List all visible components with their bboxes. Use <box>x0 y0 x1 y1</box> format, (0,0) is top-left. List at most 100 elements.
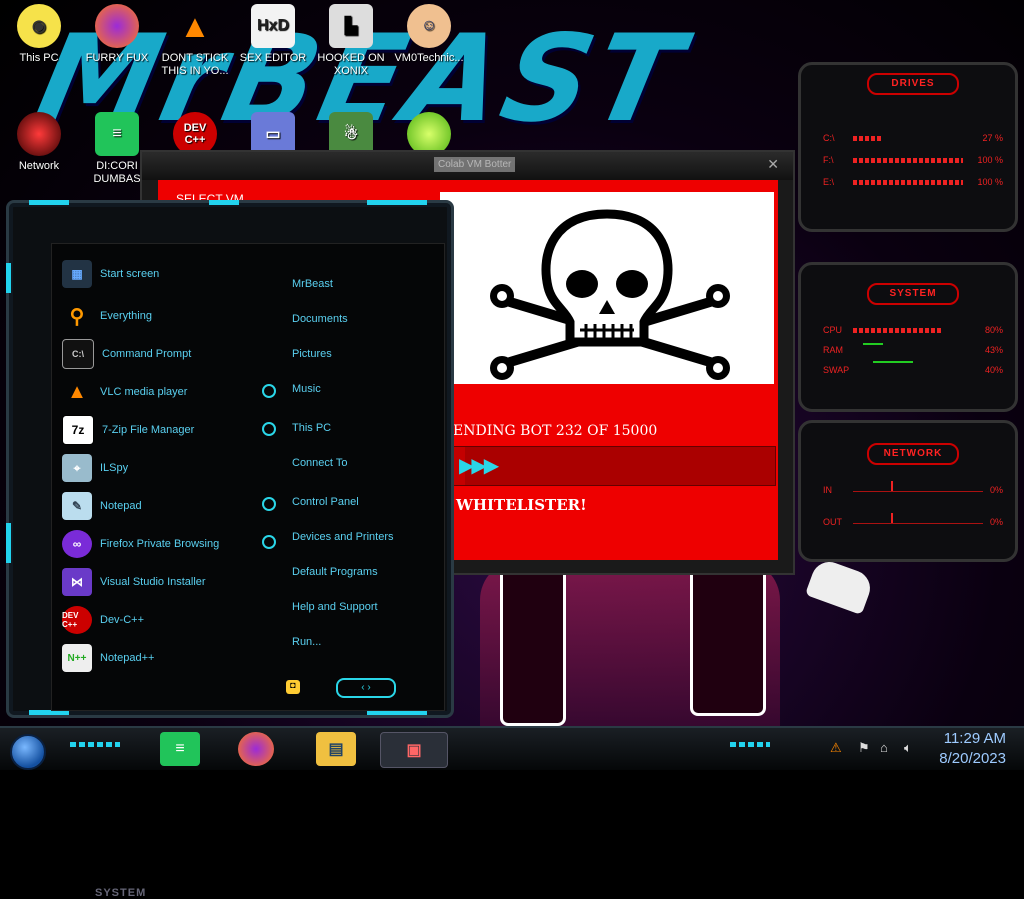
drives-gadget[interactable]: DRIVES C:\ 27 % F:\ 100 % E:\ 100 % <box>798 62 1018 232</box>
system-row: RAM 43% <box>823 343 1003 355</box>
submenu-arrow-icon <box>262 497 276 511</box>
cmd-icon: C:\ <box>62 339 94 369</box>
skull-crossbones-icon <box>490 209 730 380</box>
program-notepadpp[interactable]: N++ Notepad++ <box>62 642 154 674</box>
wallpaper-shoe <box>804 556 876 616</box>
progress-bar: ▶▶▶ <box>448 446 776 486</box>
place-connect-to[interactable]: Connect To <box>292 457 347 469</box>
skull-image <box>440 192 774 384</box>
desktop-icon-this-pc[interactable]: ◉ This PC <box>0 4 78 65</box>
notepad-icon: ✎ <box>62 492 92 520</box>
system-gadget[interactable]: SYSTEM CPU 80% RAM 43% SWAP 40% <box>798 262 1018 412</box>
taskbar-vm-botter-icon[interactable]: ▣ <box>380 732 448 768</box>
firefox-icon <box>95 4 139 48</box>
vm-window-titlebar[interactable]: Colab VM Botter ✕ <box>142 152 793 180</box>
desktop-icon-hxd[interactable]: HxD SEX EDITOR <box>234 4 312 65</box>
devcpp-icon: DEV C++ <box>62 606 92 634</box>
drive-row: F:\ 100 % <box>823 155 1003 165</box>
notepadpp-icon: N++ <box>62 644 92 672</box>
close-icon[interactable]: ✕ <box>767 156 779 173</box>
accent-strip <box>70 742 120 747</box>
desktop-icon-vm0[interactable]: ☺ VM0Technic... <box>390 4 468 65</box>
user-tile-icon[interactable]: ◘ <box>286 680 300 694</box>
place-pictures[interactable]: Pictures <box>292 348 332 360</box>
place-music[interactable]: Music <box>292 383 321 395</box>
network-tray-icon[interactable]: ⌂ <box>880 740 888 755</box>
taskbar-explorer-icon[interactable]: ▤ <box>316 732 356 766</box>
desktop-icon-vlc[interactable]: ▲ DONT STICK THIS IN YO... <box>156 4 234 78</box>
ram-graph <box>863 343 883 345</box>
place-this-pc[interactable]: This PC <box>292 422 331 434</box>
program-firefox-private[interactable]: ∞ Firefox Private Browsing <box>62 528 219 560</box>
clock-time[interactable]: 11:29 AM <box>944 730 1006 747</box>
taskbar: ≡ ▤ ▣ ⚠ ⚑ ⌂ 🔈︎ 11:29 AM 8/20/2023 <box>0 726 1024 770</box>
tray-app-icon[interactable]: ⚠ <box>830 740 842 756</box>
sending-status: ENDING BOT 232 OF 15000 <box>453 423 658 439</box>
xonix-icon: ▙ <box>329 4 373 48</box>
start-screen-icon: ▦ <box>62 260 92 288</box>
drive-bar <box>853 180 963 185</box>
network-title: NETWORK <box>867 443 959 465</box>
submenu-arrow-icon <box>262 384 276 398</box>
discord-icon: ≡ <box>95 112 139 156</box>
7zip-icon: 7z <box>62 415 94 445</box>
taskbar-discord-icon[interactable]: ≡ <box>160 732 200 766</box>
cpu-bar <box>853 328 943 333</box>
program-vs-installer[interactable]: ⋈ Visual Studio Installer <box>62 566 206 598</box>
search-icon: ⚲ <box>69 305 85 328</box>
program-vlc[interactable]: ▲ VLC media player <box>62 376 187 408</box>
desktop-icon-xonix[interactable]: ▙ HOOKED ON XONIX <box>312 4 390 78</box>
taskbar-firefox-icon[interactable] <box>238 732 274 766</box>
out-graph <box>853 523 983 524</box>
place-devices-printers[interactable]: Devices and Printers <box>292 531 394 543</box>
desktop-icon-furry-fux[interactable]: FURRY FUX <box>78 4 156 65</box>
program-command-prompt[interactable]: C:\ Command Prompt <box>62 338 191 370</box>
start-button[interactable] <box>10 734 46 770</box>
submenu-arrow-icon <box>262 535 276 549</box>
volume-icon[interactable]: 🔈︎ <box>904 740 912 756</box>
program-notepad[interactable]: ✎ Notepad <box>62 490 142 522</box>
start-menu-panel: ▦ Start screen ⚲ Everything C:\ Command … <box>51 243 445 711</box>
shutdown-button[interactable]: ‹ › <box>336 678 396 698</box>
program-devcpp[interactable]: DEV C++ Dev-C++ <box>62 604 144 636</box>
desktop-icon-network[interactable]: Network <box>0 112 78 173</box>
whitelister-label: WHITELISTER! <box>456 496 587 514</box>
clock-date[interactable]: 8/20/2023 <box>939 750 1006 767</box>
accent-strip <box>6 263 11 293</box>
place-default-programs[interactable]: Default Programs <box>292 566 378 578</box>
private-browsing-icon: ∞ <box>62 530 92 558</box>
doctor-icon: ☺ <box>407 4 451 48</box>
network-row: IN 0% <box>823 481 1003 495</box>
program-ilspy[interactable]: ⌖ ILSpy <box>62 452 128 484</box>
system-label: SYSTEM <box>95 887 147 899</box>
ilspy-icon: ⌖ <box>62 454 92 482</box>
vs-installer-icon: ⋈ <box>62 568 92 596</box>
flag-icon[interactable]: ⚑ <box>858 740 870 756</box>
place-help-support[interactable]: Help and Support <box>292 601 378 613</box>
place-control-panel[interactable]: Control Panel <box>292 496 359 508</box>
drive-row: E:\ 100 % <box>823 177 1003 187</box>
system-row: CPU 80% <box>823 325 1003 335</box>
place-documents[interactable]: Documents <box>292 313 348 325</box>
progress-arrows-icon: ▶▶▶ <box>459 455 499 477</box>
program-7zip[interactable]: 7z 7-Zip File Manager <box>62 414 194 446</box>
network-gadget[interactable]: NETWORK IN 0% OUT 0% <box>798 420 1018 562</box>
drive-bar <box>853 136 883 141</box>
place-mrbeast[interactable]: MrBeast <box>292 278 333 290</box>
place-run[interactable]: Run... <box>292 636 321 648</box>
vlc-icon: ▲ <box>179 7 211 44</box>
hxd-icon: HxD <box>251 4 295 48</box>
accent-strip <box>367 200 427 205</box>
wallpaper-leg <box>690 560 766 716</box>
submenu-arrow-icon <box>262 422 276 436</box>
program-everything[interactable]: ⚲ Everything <box>62 300 152 332</box>
program-start-screen[interactable]: ▦ Start screen <box>62 258 159 290</box>
swap-graph <box>873 361 913 363</box>
accent-strip <box>29 200 69 205</box>
accent-strip <box>209 200 239 205</box>
drives-title: DRIVES <box>867 73 959 95</box>
drive-bar <box>853 158 963 163</box>
start-menu[interactable]: ▦ Start screen ⚲ Everything C:\ Command … <box>6 200 454 899</box>
accent-strip <box>730 742 770 747</box>
network-icon <box>17 112 61 156</box>
